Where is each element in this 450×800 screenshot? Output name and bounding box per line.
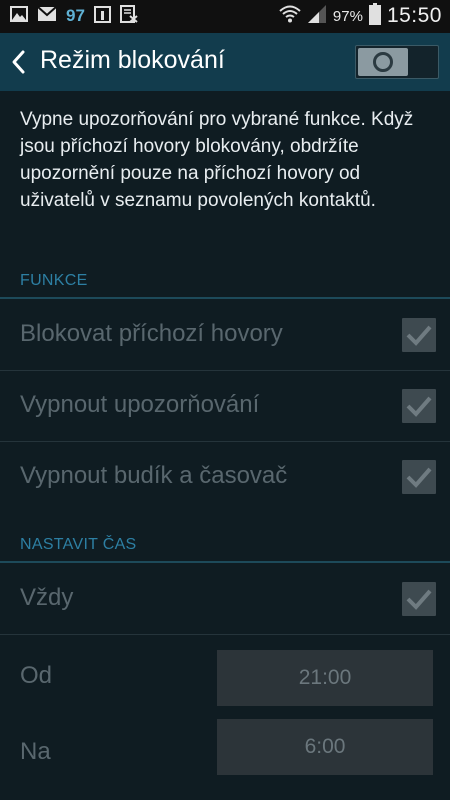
screen: 97 97% 15:50 Režim blokování Vypne upozo… [0,0,450,800]
list-item-block-calls[interactable]: Blokovat příchozí hovory [0,300,450,370]
checkmark-icon [406,589,432,610]
gmail-icon [37,5,57,27]
page-title: Režim blokování [40,46,225,74]
from-time-field[interactable]: 21:00 [217,650,433,706]
checkmark-icon [406,467,432,488]
usb-debug-icon [119,4,138,28]
section-divider [0,297,450,299]
divider [0,634,450,635]
wifi-icon [279,5,301,28]
to-time-field[interactable]: 6:00 [217,719,433,775]
calendar-icon [93,5,111,28]
checkbox-always[interactable] [402,582,436,616]
list-item-label: Vypnout budík a časovač [20,462,288,489]
list-item-label: Blokovat příchozí hovory [20,320,283,347]
action-bar: Režim blokování [0,33,450,91]
checkmark-icon [406,396,432,417]
clock: 15:50 [386,4,442,27]
battery-icon [368,2,381,30]
system-icons: 97% 15:50 [279,2,442,30]
section-divider [0,561,450,563]
list-item-label: Vždy [20,584,74,611]
section-header-set-time: NASTAVIT ČAS [20,536,137,553]
checkmark-icon [406,325,432,346]
checkbox-block-calls[interactable] [402,318,436,352]
to-label: Na [20,738,51,765]
signal-icon [307,4,327,29]
switch-knob [358,48,408,76]
from-label: Od [20,662,53,689]
description-text: Vypne upozorňování pro vybrané funkce. K… [20,109,414,211]
blocking-mode-switch[interactable] [355,45,439,79]
list-item-disable-notifications[interactable]: Vypnout upozorňování [0,371,450,441]
section-header-functions: FUNKCE [20,272,88,289]
switch-off-icon [373,52,393,72]
notification-count: 97 [66,6,85,25]
battery-percent: 97% [332,7,363,25]
list-item-disable-alarm[interactable]: Vypnout budík a časovač [0,442,450,512]
list-item-label: Vypnout upozorňování [20,391,260,418]
chevron-left-icon [8,50,28,81]
list-item-always[interactable]: Vždy [0,564,450,634]
notification-icons: 97 [10,4,138,28]
checkbox-disable-alarm[interactable] [402,460,436,494]
status-bar: 97 97% 15:50 [0,0,450,33]
gallery-icon [10,5,28,27]
back-button[interactable] [8,47,32,77]
checkbox-disable-notifications[interactable] [402,389,436,423]
